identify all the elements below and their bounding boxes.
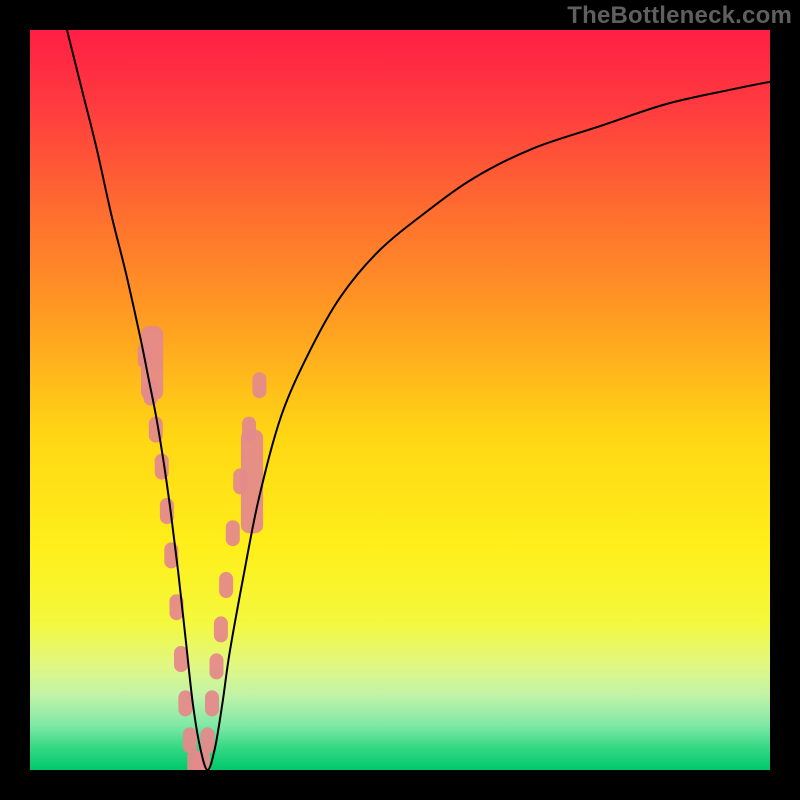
plot-area bbox=[30, 30, 770, 770]
chart-frame: TheBottleneck.com bbox=[0, 0, 800, 800]
watermark-text: TheBottleneck.com bbox=[567, 2, 792, 30]
highlight-band bbox=[138, 326, 267, 770]
bottleneck-curve bbox=[30, 30, 770, 770]
